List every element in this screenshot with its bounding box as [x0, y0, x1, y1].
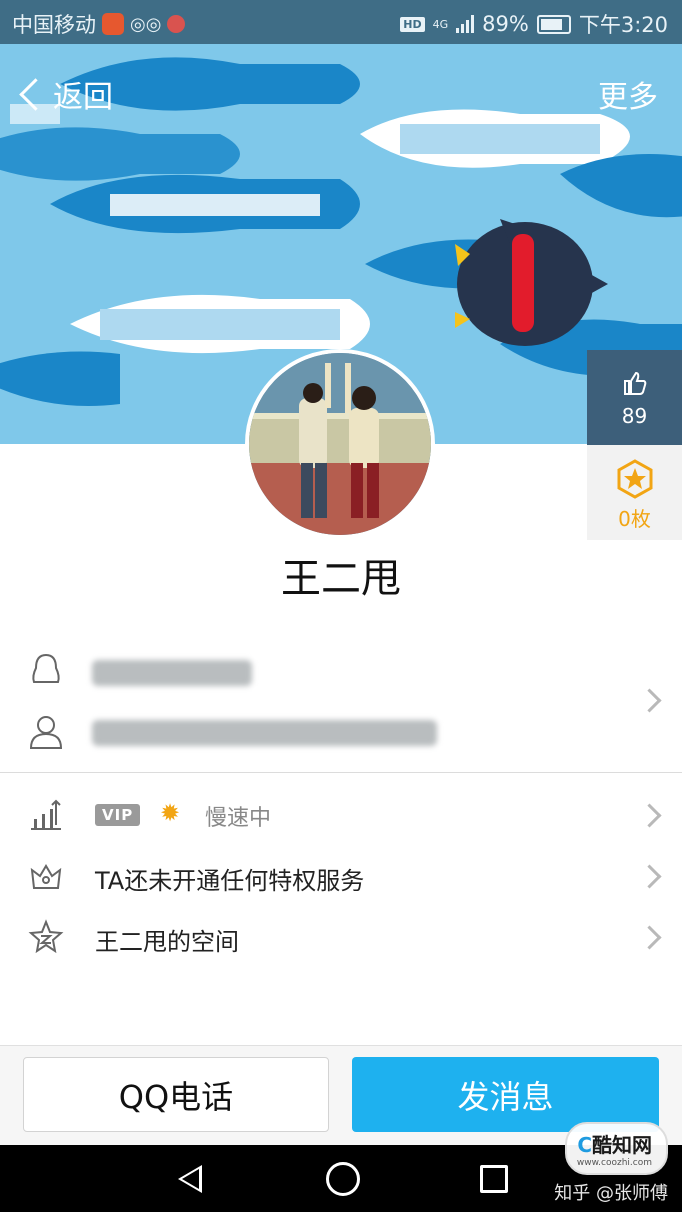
watermark-credit: 知乎 @张师傅	[554, 1183, 668, 1204]
back-label: 返回	[53, 80, 113, 115]
level-chart-icon	[28, 797, 64, 837]
like-count: 89	[621, 404, 648, 428]
more-button[interactable]: 更多	[598, 72, 658, 116]
personal-details-blurred	[92, 720, 437, 746]
hd-indicator: HD	[400, 16, 425, 32]
coozhi-logo: C酷知网 www.coozhi.com	[564, 1122, 668, 1175]
send-message-button[interactable]: 发消息	[352, 1057, 659, 1132]
personal-details-row	[0, 702, 682, 762]
chevron-right-icon	[637, 925, 662, 950]
privilege-row[interactable]: TA还未开通任何特权服务	[0, 846, 682, 906]
account-info-section[interactable]	[0, 640, 682, 772]
status-bar: 中国移动 ◎◎ HD 4G 89% 下午3:20	[0, 0, 682, 44]
crown-icon	[28, 858, 64, 898]
nav-home-icon[interactable]	[326, 1162, 360, 1196]
qq-call-button[interactable]: QQ电话	[23, 1057, 329, 1132]
qzone-row[interactable]: 王二甩的空间	[0, 907, 682, 967]
vip-badge: VIP	[95, 804, 141, 826]
carrier-label: 中国移动	[12, 13, 96, 37]
sun-icon: ✹	[160, 799, 181, 827]
signal-icon	[456, 15, 475, 33]
divider	[0, 772, 682, 773]
qzone-label: 王二甩的空间	[95, 928, 239, 956]
qq-number-row	[0, 640, 682, 700]
news-app-icon	[167, 15, 186, 33]
like-button[interactable]: 89	[587, 350, 682, 445]
battery-icon	[536, 14, 571, 34]
thumbs-up-icon	[587, 370, 682, 400]
avatar[interactable]	[245, 349, 435, 539]
coin-button[interactable]: 0枚	[587, 445, 682, 540]
profile-name: 王二甩	[281, 556, 401, 602]
nav-recent-apps-icon[interactable]	[480, 1165, 508, 1193]
chevron-right-icon	[637, 864, 662, 889]
speed-status: 慢速中	[205, 806, 272, 831]
vip-row[interactable]: VIP ✹ 慢速中	[0, 785, 682, 845]
coin-count: 0枚	[618, 507, 651, 531]
back-button[interactable]: 返回	[18, 72, 113, 116]
qq-number-blurred	[92, 660, 252, 686]
chevron-right-icon	[637, 803, 662, 828]
star-coin-icon	[587, 459, 682, 503]
penguin-outline-icon	[28, 652, 64, 692]
person-icon	[28, 714, 64, 754]
network-type: 4G	[432, 17, 449, 31]
clock: 下午3:20	[578, 13, 668, 37]
chevron-left-icon	[19, 77, 52, 111]
wechat-icon: ◎◎	[130, 13, 162, 35]
notification-app-icon	[102, 13, 124, 35]
qzone-star-icon	[28, 919, 64, 959]
battery-percent: 89%	[482, 12, 529, 36]
watermark: C酷知网 www.coozhi.com 知乎 @张师傅	[554, 1122, 668, 1205]
privilege-label: TA还未开通任何特权服务	[95, 867, 365, 895]
